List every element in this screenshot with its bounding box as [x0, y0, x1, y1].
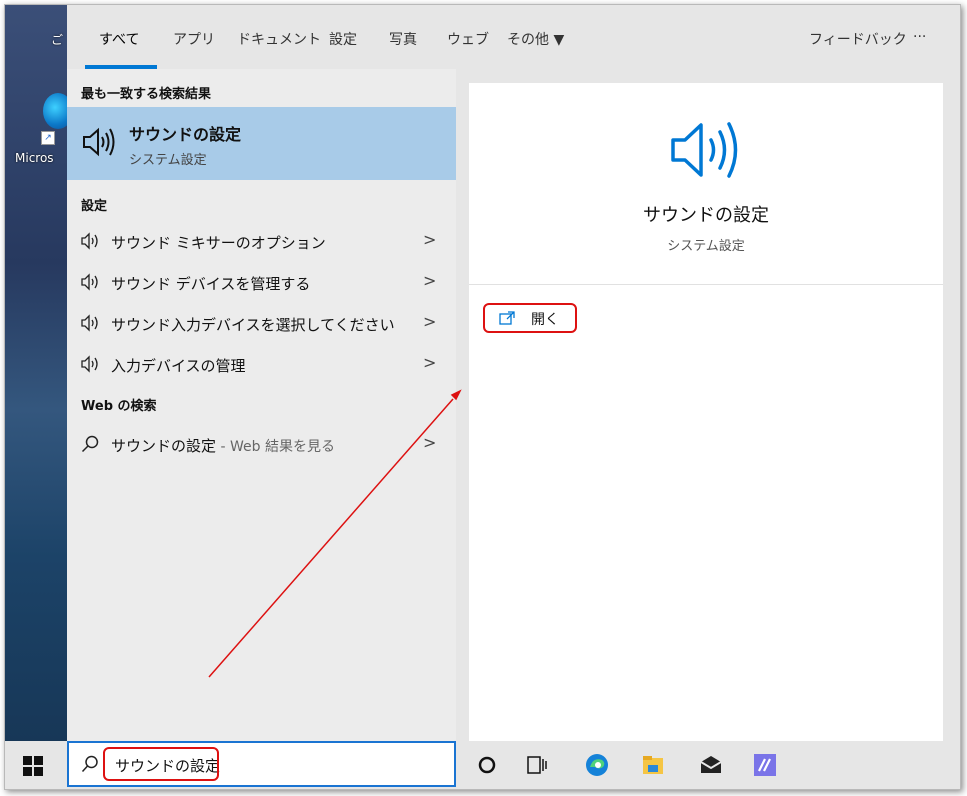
- search-highlight-annotation: [103, 747, 219, 781]
- settings-item-label: 入力デバイスの管理: [111, 357, 246, 375]
- mail-icon[interactable]: [699, 753, 723, 777]
- speaker-icon: [81, 273, 98, 291]
- settings-item-label: サウンド デバイスを管理する: [111, 275, 311, 293]
- chevron-right-icon[interactable]: >: [423, 353, 436, 372]
- more-options-icon[interactable]: ···: [913, 29, 926, 45]
- desktop-icon-label: Micros: [15, 151, 54, 165]
- web-search-header: Web の検索: [81, 399, 157, 414]
- screenshot-frame: ご ↗ Micros すべて アプリ ドキュメント 設定 写真 ウェブ その他 …: [4, 4, 961, 790]
- speaker-icon: [81, 314, 98, 332]
- divider: [469, 284, 943, 285]
- settings-item[interactable]: サウンド入力デバイスを選択してください >: [67, 304, 456, 342]
- open-button[interactable]: 開く: [483, 303, 577, 333]
- detail-subtitle: システム設定: [667, 239, 745, 254]
- feedback-link[interactable]: フィードバック: [809, 29, 907, 49]
- detail-title: サウンドの設定: [643, 205, 769, 226]
- tab-more[interactable]: その他 ▼: [507, 29, 564, 49]
- taskbar: サウンドの設定: [5, 741, 960, 789]
- tab-web[interactable]: ウェブ: [447, 29, 489, 49]
- settings-item-label: サウンド ミキサーのオプション: [111, 234, 326, 252]
- settings-item[interactable]: サウンド ミキサーのオプション >: [67, 222, 456, 260]
- open-external-icon: [499, 311, 515, 325]
- cortana-icon[interactable]: [475, 753, 499, 777]
- detail-pane: サウンドの設定 システム設定 開く: [469, 83, 943, 741]
- app-icon[interactable]: [753, 753, 777, 777]
- best-match-header: 最も一致する検索結果: [81, 87, 212, 102]
- tab-apps[interactable]: アプリ: [173, 29, 215, 49]
- web-search-suffix: - Web 結果を見る: [216, 439, 335, 455]
- settings-header: 設定: [81, 199, 108, 214]
- edge-desktop-icon[interactable]: [43, 93, 67, 129]
- open-label: 開く: [531, 312, 559, 328]
- chevron-right-icon[interactable]: >: [423, 271, 436, 290]
- shortcut-arrow-icon: ↗: [41, 131, 55, 145]
- speaker-icon: [83, 127, 115, 157]
- tab-documents[interactable]: ドキュメント: [237, 29, 321, 49]
- web-search-item[interactable]: サウンドの設定 - Web 結果を見る >: [67, 425, 456, 463]
- desktop-text: ご: [51, 33, 64, 47]
- task-view-icon[interactable]: [525, 753, 549, 777]
- settings-item[interactable]: 入力デバイスの管理 >: [67, 345, 456, 383]
- windows-logo-icon[interactable]: [23, 756, 43, 776]
- settings-item[interactable]: サウンド デバイスを管理する >: [67, 263, 456, 301]
- file-explorer-icon[interactable]: [641, 753, 665, 777]
- best-match-title: サウンドの設定: [129, 125, 242, 144]
- tab-all[interactable]: すべて: [99, 29, 139, 49]
- settings-item-label: サウンド入力デバイスを選択してください: [111, 316, 395, 334]
- chevron-right-icon[interactable]: >: [423, 230, 436, 249]
- speaker-icon: [81, 232, 98, 250]
- best-match-subtitle: システム設定: [129, 153, 207, 168]
- search-icon: [81, 435, 99, 453]
- results-panel: 最も一致する検索結果 サウンドの設定 システム設定 設定 サウンド ミキサーのオ…: [67, 69, 456, 741]
- desktop-background: ご ↗ Micros: [5, 5, 67, 741]
- chevron-right-icon[interactable]: >: [423, 312, 436, 331]
- search-icon: [81, 755, 98, 773]
- speaker-icon: [81, 355, 98, 373]
- search-filter-tabs: すべて アプリ ドキュメント 設定 写真 ウェブ その他 ▼ フィードバック ·…: [67, 5, 960, 69]
- tab-photos[interactable]: 写真: [389, 29, 417, 49]
- web-search-label: サウンドの設定 - Web 結果を見る: [111, 437, 335, 455]
- taskbar-search-box[interactable]: サウンドの設定: [67, 741, 456, 787]
- chevron-right-icon[interactable]: >: [423, 433, 436, 452]
- best-match-item[interactable]: サウンドの設定 システム設定: [67, 107, 456, 180]
- edge-icon[interactable]: [585, 753, 609, 777]
- speaker-icon: [671, 122, 738, 178]
- tab-settings[interactable]: 設定: [329, 29, 357, 49]
